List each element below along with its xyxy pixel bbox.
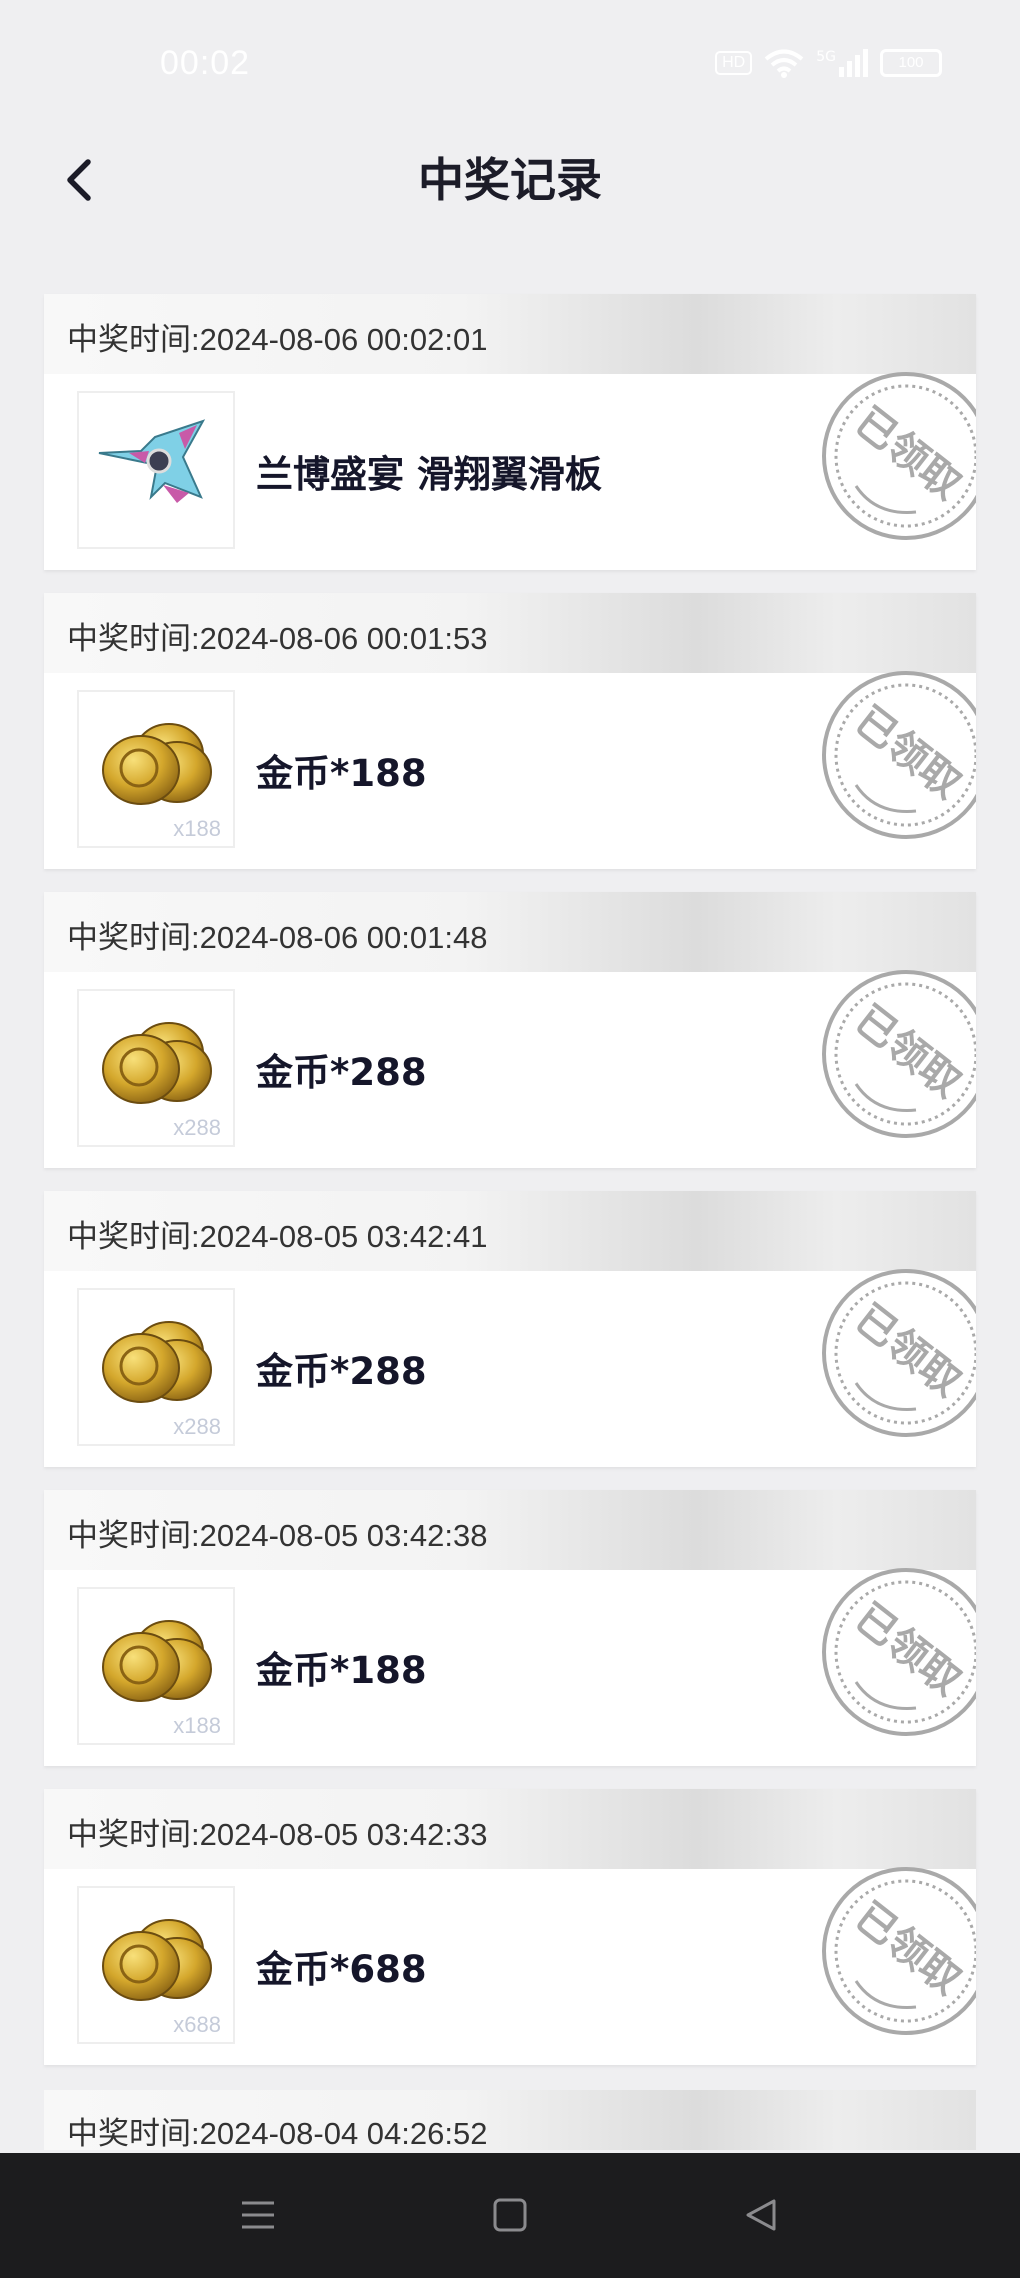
- win-time: 中奖时间:2024-08-06 00:01:53: [67, 621, 488, 656]
- win-time: 中奖时间:2024-08-06 00:01:48: [67, 920, 488, 955]
- stamp-text: 已领取: [846, 698, 969, 808]
- record-header: 中奖时间:2024-08-05 03:42:33: [44, 1789, 976, 1869]
- page-title: 中奖记录: [418, 153, 602, 207]
- system-nav-bar: [0, 2153, 1020, 2278]
- prize-record-card[interactable]: 中奖时间:2024-08-05 03:42:41 x288 金币*288 已领取: [44, 1191, 976, 1467]
- status-icons: HD 5G 100: [715, 48, 942, 78]
- menu-icon: [242, 2201, 274, 2229]
- record-header: 中奖时间:2024-08-06 00:01:48: [44, 892, 976, 972]
- wifi-icon: [764, 49, 804, 78]
- home-button[interactable]: [488, 2193, 532, 2237]
- stamp-text: 已领取: [846, 1595, 969, 1705]
- claimed-stamp-icon: 已领取: [822, 372, 976, 540]
- thumb-quantity: x188: [173, 816, 221, 841]
- prize-thumbnail: [77, 391, 235, 549]
- prize-thumbnail: x688: [77, 1886, 235, 2044]
- prize-name: 金币*288: [256, 1051, 427, 1094]
- prize-thumbnail: x288: [77, 1288, 235, 1446]
- prize-record-card[interactable]: 中奖时间:2024-08-06 00:02:01 兰博盛宴 滑翔翼滑板 已领取: [44, 294, 976, 570]
- prize-name: 金币*188: [256, 1649, 427, 1692]
- win-time: 中奖时间:2024-08-05 03:42:38: [67, 1518, 488, 1553]
- 5g-signal-icon: 5G: [816, 49, 868, 77]
- hd-icon: HD: [715, 51, 753, 75]
- win-time: 中奖时间:2024-08-05 03:42:41: [67, 1219, 488, 1254]
- win-time: 中奖时间:2024-08-06 00:02:01: [67, 322, 488, 357]
- system-back-button[interactable]: [740, 2193, 784, 2237]
- battery-icon: 100: [880, 49, 942, 77]
- prize-name: 金币*188: [256, 752, 427, 795]
- prize-record-card[interactable]: 中奖时间:2024-08-06 00:01:53 x188 金币*188 已领取: [44, 593, 976, 869]
- stamp-text: 已领取: [846, 1296, 969, 1406]
- header: 中奖记录: [0, 130, 1020, 230]
- prize-record-card[interactable]: 中奖时间:2024-08-05 03:42:33 x688 金币*688 已领取: [44, 1789, 976, 2065]
- win-time: 中奖时间:2024-08-05 03:42:33: [67, 1817, 488, 1852]
- claimed-stamp-icon: 已领取: [822, 1269, 976, 1437]
- record-header: 中奖时间:2024-08-06 00:02:01: [44, 294, 976, 374]
- record-header: 中奖时间:2024-08-05 03:42:38: [44, 1490, 976, 1570]
- record-header: 中奖时间:2024-08-05 03:42:41: [44, 1191, 976, 1271]
- prize-record-list[interactable]: 中奖时间:2024-08-06 00:02:01 兰博盛宴 滑翔翼滑板 已领取: [44, 294, 976, 2088]
- back-triangle-icon: [746, 2199, 776, 2231]
- stamp-text: 已领取: [846, 399, 969, 509]
- prize-thumbnail: x288: [77, 989, 235, 1147]
- claimed-stamp-icon: 已领取: [822, 671, 976, 839]
- win-time: 中奖时间:2024-08-04 04:26:52: [67, 2116, 488, 2151]
- claimed-stamp-icon: 已领取: [822, 1867, 976, 2035]
- status-time: 00:02: [160, 44, 251, 82]
- stamp-text: 已领取: [846, 997, 969, 1107]
- menu-button[interactable]: [236, 2193, 280, 2237]
- status-bar: 00:02 HD 5G 100: [0, 0, 1020, 130]
- prize-name: 金币*288: [256, 1350, 427, 1393]
- thumb-quantity: x288: [173, 1414, 221, 1439]
- prize-thumbnail: x188: [77, 1587, 235, 1745]
- thumb-quantity: x188: [173, 1713, 221, 1738]
- stamp-text: 已领取: [846, 1894, 969, 2004]
- prize-thumbnail: x188: [77, 690, 235, 848]
- prize-record-card[interactable]: 中奖时间:2024-08-06 00:01:48 x288 金币*288 已领取: [44, 892, 976, 1168]
- prize-record-card-partial[interactable]: 中奖时间:2024-08-04 04:26:52: [44, 2090, 976, 2151]
- prize-name: 兰博盛宴 滑翔翼滑板: [256, 453, 602, 496]
- home-square-icon: [493, 2198, 527, 2232]
- claimed-stamp-icon: 已领取: [822, 970, 976, 1138]
- thumb-quantity: x288: [173, 1115, 221, 1140]
- glider-skateboard-icon: [98, 419, 206, 503]
- record-header: 中奖时间:2024-08-06 00:01:53: [44, 593, 976, 673]
- prize-name: 金币*688: [256, 1948, 427, 1991]
- thumb-quantity: x688: [173, 2012, 221, 2037]
- prize-record-card[interactable]: 中奖时间:2024-08-05 03:42:38 x188 金币*188 已领取: [44, 1490, 976, 1766]
- claimed-stamp-icon: 已领取: [822, 1568, 976, 1736]
